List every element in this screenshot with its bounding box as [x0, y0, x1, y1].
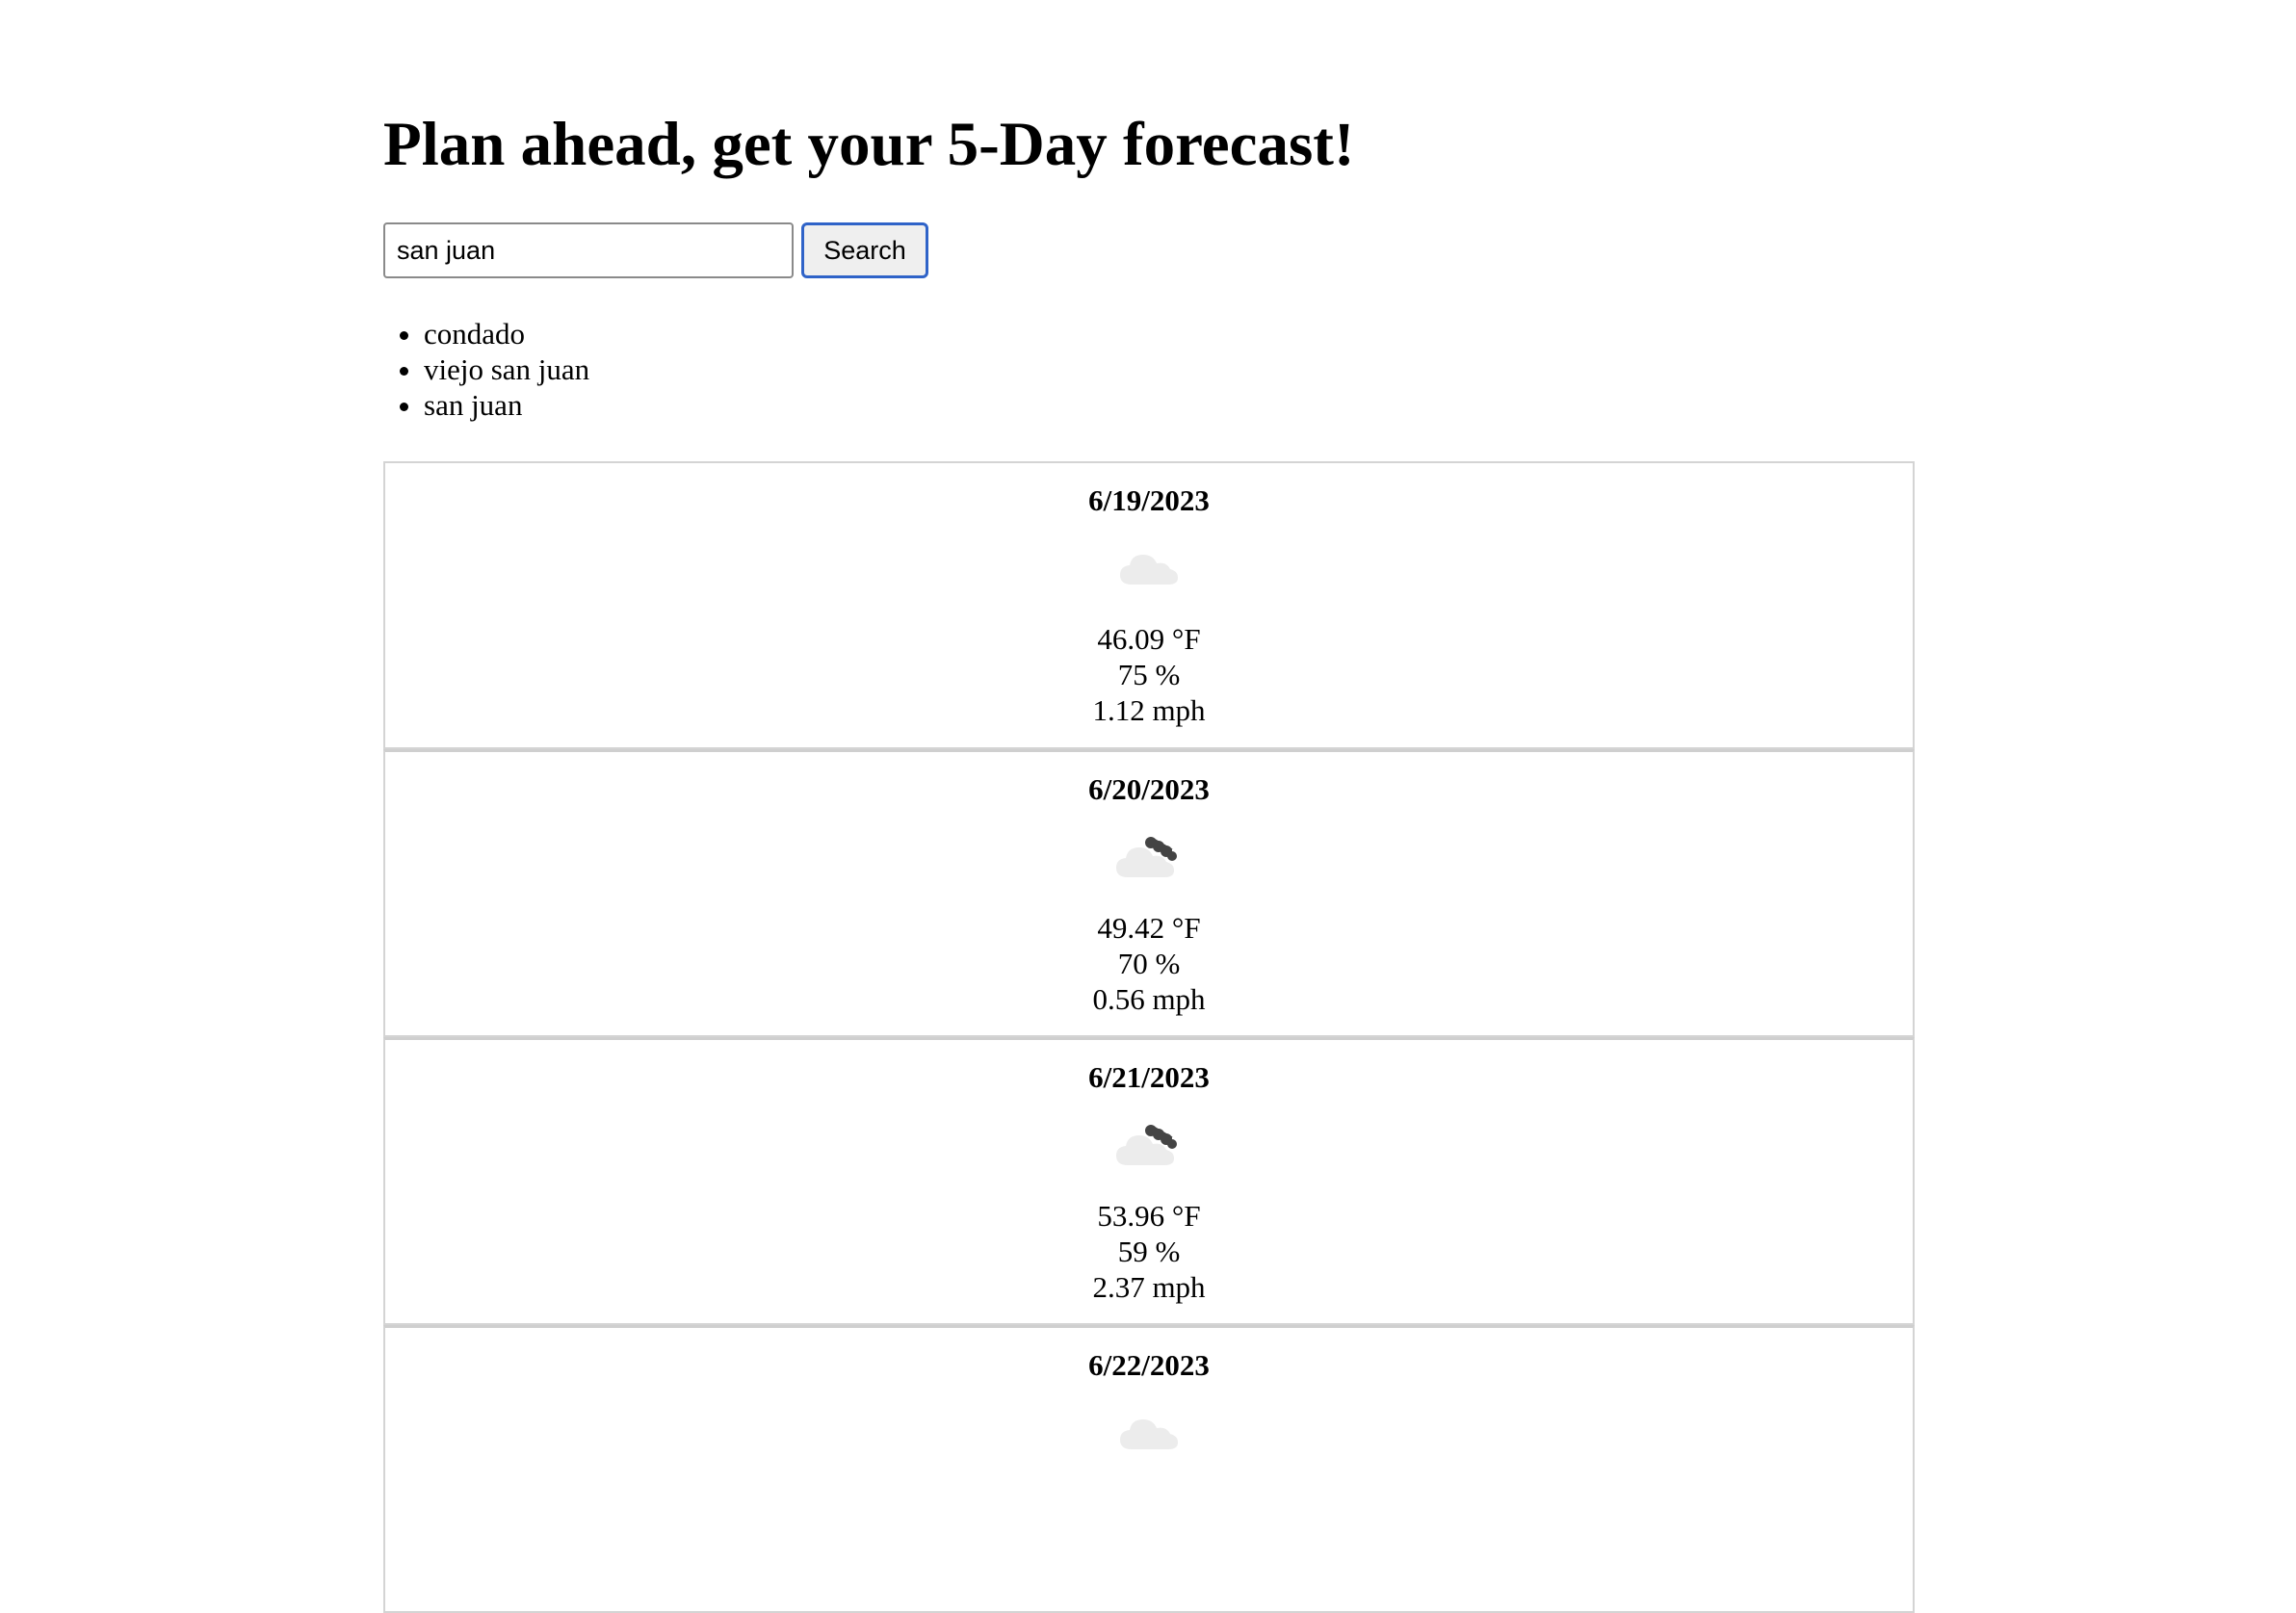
history-item[interactable]: san juan [424, 387, 589, 423]
forecast-humidity: 75 % [1117, 658, 1181, 691]
forecast-day-card: 6/19/2023 46.09 °F 75 % 1.12 mph [383, 461, 1915, 749]
forecast-temperature: 49.42 °F [1097, 911, 1201, 945]
history-item[interactable]: condado [424, 316, 589, 351]
history-item[interactable]: viejo san juan [424, 351, 589, 387]
search-history-list: condado viejo san juan san juan [383, 316, 589, 423]
city-search-input[interactable] [383, 222, 794, 278]
broken-clouds-icon [1116, 1125, 1177, 1165]
forecast-date: 6/21/2023 [1088, 1060, 1210, 1094]
page-title: Plan ahead, get your 5-Day forecast! [383, 110, 1355, 179]
forecast-temperature: 53.96 °F [1097, 1199, 1201, 1233]
search-button[interactable]: Search [801, 222, 928, 278]
forecast-wind: 1.12 mph [1092, 693, 1206, 727]
forecast-date: 6/22/2023 [1088, 1348, 1210, 1382]
broken-clouds-icon [1116, 837, 1177, 877]
cloud-icon [1120, 555, 1178, 585]
forecast-date: 6/19/2023 [1088, 483, 1210, 517]
forecast-temperature: 46.09 °F [1097, 622, 1201, 656]
forecast-day-card: 6/22/2023 [383, 1325, 1915, 1613]
forecast-humidity: 70 % [1117, 947, 1181, 980]
search-bar: Search [383, 222, 928, 278]
forecast-day-card: 6/20/2023 49.42 °F 70 % 0.56 mph [383, 749, 1915, 1037]
forecast-humidity: 59 % [1117, 1235, 1181, 1268]
forecast-day-card: 6/21/2023 53.96 °F 59 % 2.37 mph [383, 1037, 1915, 1325]
cloud-icon [1120, 1419, 1178, 1449]
forecast-wind: 2.37 mph [1092, 1270, 1206, 1304]
forecast-wind: 0.56 mph [1092, 982, 1206, 1016]
forecast-date: 6/20/2023 [1088, 772, 1210, 806]
